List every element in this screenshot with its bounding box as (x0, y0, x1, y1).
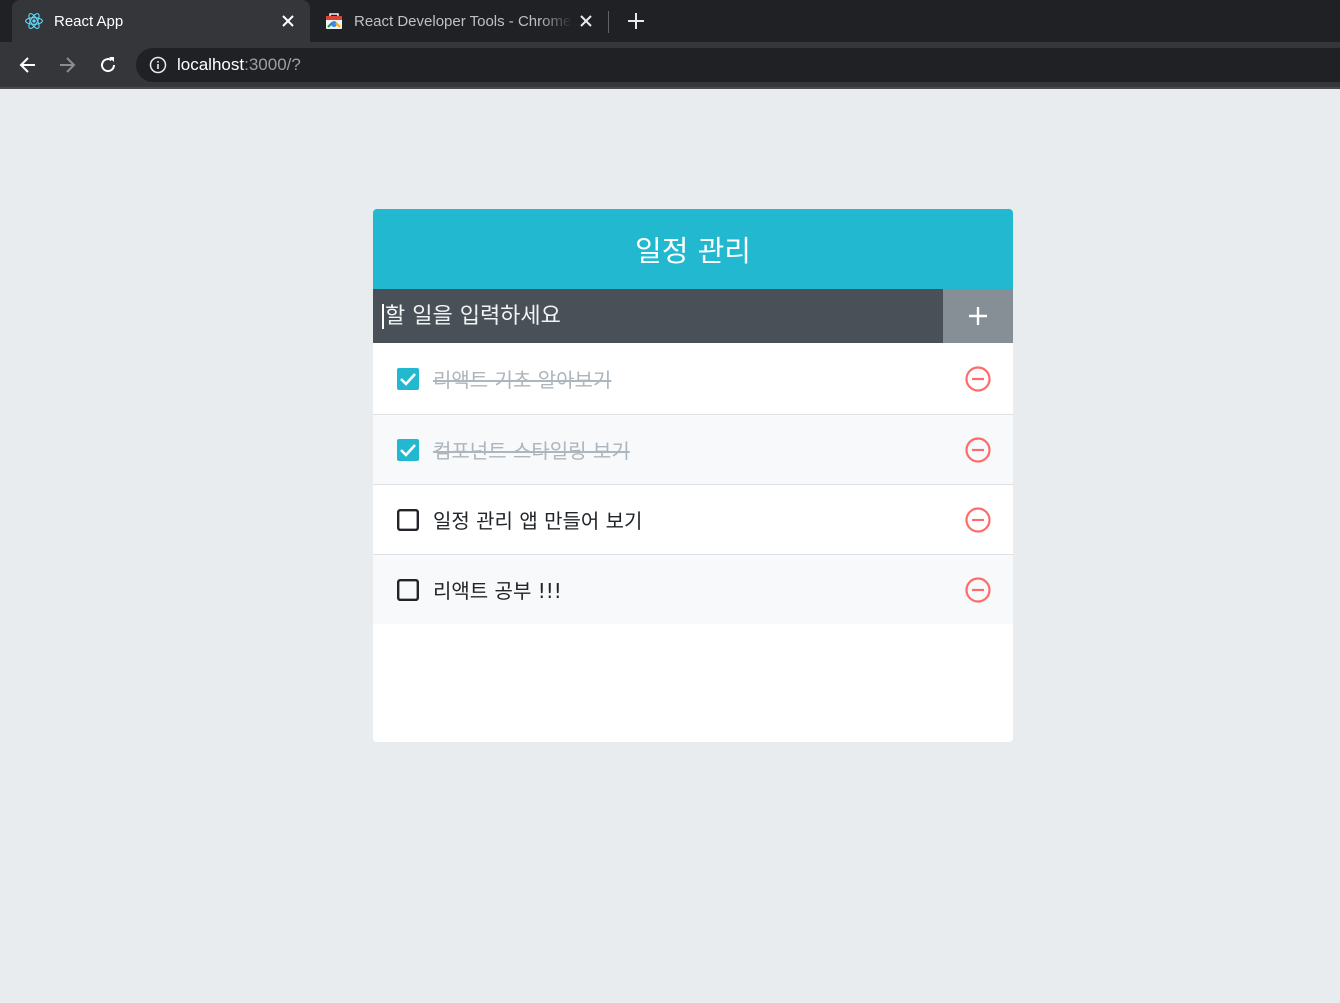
todo-list-item: 리액트 공부 !!! (373, 554, 1013, 624)
tab-react-devtools[interactable]: React Developer Tools - Chrome Web Store (312, 0, 608, 42)
react-logo-icon (25, 13, 43, 29)
todo-template: 일정 관리 리액트 기초 알아보기 (373, 209, 1013, 742)
address-bar[interactable]: localhost:3000/? (136, 48, 1340, 82)
checkbox-blank-icon (397, 508, 419, 531)
remove-todo-button[interactable] (963, 505, 993, 535)
close-icon[interactable] (274, 7, 302, 35)
checkbox-blank-icon (397, 578, 419, 601)
tab-title: React Developer Tools - Chrome Web Store (354, 12, 572, 30)
close-icon[interactable] (572, 7, 600, 35)
chrome-web-store-icon (326, 13, 342, 29)
reload-icon[interactable] (93, 50, 123, 80)
todo-list-item: 리액트 기초 알아보기 (373, 343, 1013, 414)
minus-circle-icon (965, 365, 991, 392)
todo-text: 일정 관리 앱 만들어 보기 (433, 509, 643, 533)
tab-strip: React App React Developer Tools - Chrome… (0, 0, 1340, 42)
checkbox-checked-icon (397, 438, 419, 461)
app-title: 일정 관리 (373, 209, 1013, 289)
todo-checkbox[interactable]: 컴포넌트 스타일링 보기 (397, 435, 963, 464)
todo-input[interactable] (382, 303, 943, 329)
remove-todo-button[interactable] (963, 435, 993, 465)
todo-insert-form (373, 289, 1013, 343)
arrow-right-icon[interactable] (52, 50, 82, 80)
tab-react-app[interactable]: React App (12, 0, 310, 42)
todo-list-item: 일정 관리 앱 만들어 보기 (373, 484, 1013, 554)
todo-list-item: 컴포넌트 스타일링 보기 (373, 414, 1013, 484)
todo-text: 리액트 공부 !!! (433, 579, 562, 603)
todo-checkbox[interactable]: 리액트 기초 알아보기 (397, 364, 963, 393)
minus-circle-icon (965, 506, 991, 533)
info-icon[interactable] (149, 56, 167, 74)
plus-icon[interactable] (622, 7, 650, 35)
todo-checkbox[interactable]: 일정 관리 앱 만들어 보기 (397, 505, 963, 534)
todo-text: 컴포넌트 스타일링 보기 (433, 439, 630, 463)
plus-icon (969, 307, 987, 325)
todo-list: 리액트 기초 알아보기 컴포넌트 스타일링 보기 일정 관리 앱 만들어 보기 … (373, 343, 1013, 742)
checkbox-checked-icon (397, 367, 419, 390)
url-host: localhost (177, 55, 245, 74)
minus-circle-icon (965, 576, 991, 603)
todo-checkbox[interactable]: 리액트 공부 !!! (397, 575, 963, 604)
tab-divider (608, 11, 609, 33)
tab-title: React App (54, 12, 124, 30)
arrow-left-icon[interactable] (13, 50, 43, 80)
toolbar-divider (0, 87, 1340, 89)
add-todo-button[interactable] (943, 289, 1013, 343)
remove-todo-button[interactable] (963, 575, 993, 605)
url-path: :3000/? (244, 55, 301, 74)
remove-todo-button[interactable] (963, 364, 993, 394)
minus-circle-icon (965, 436, 991, 463)
todo-text: 리액트 기초 알아보기 (433, 368, 612, 392)
